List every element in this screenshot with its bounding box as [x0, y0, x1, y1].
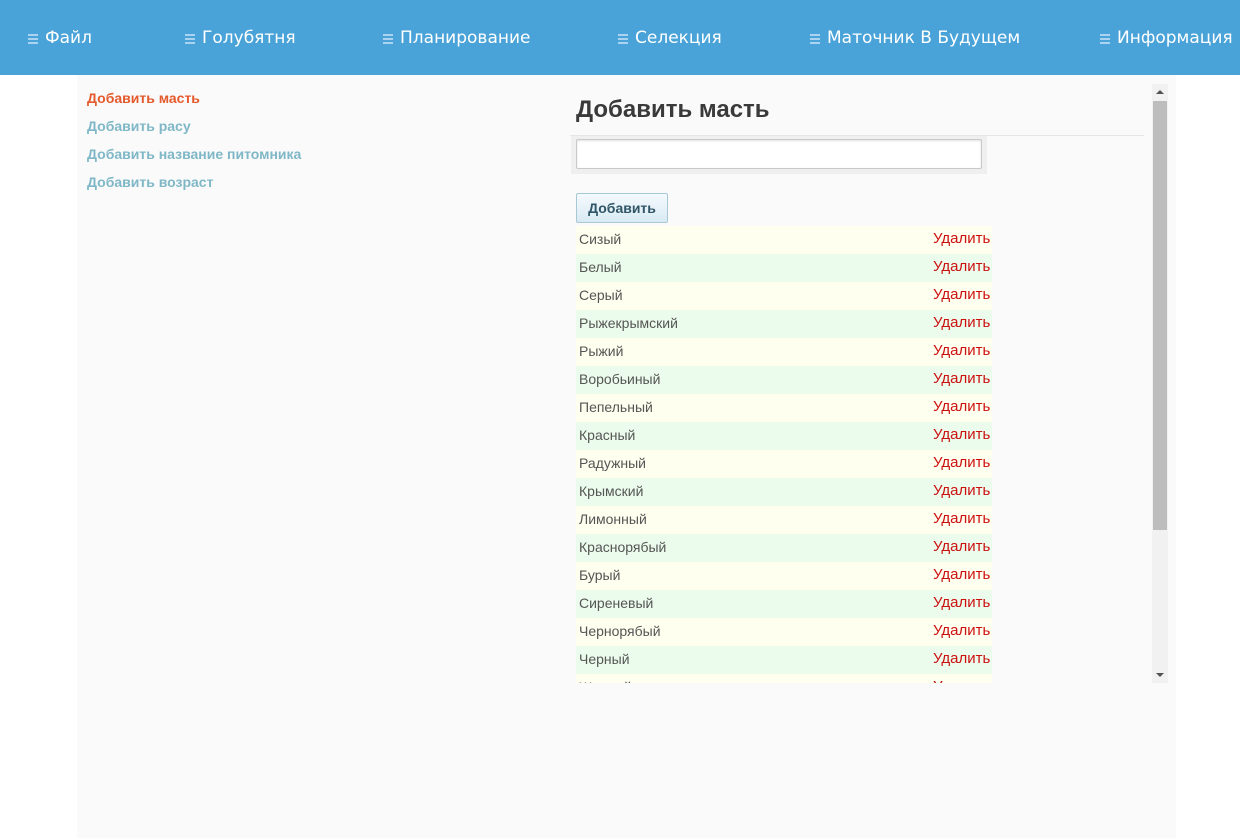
scroll-up-arrow-icon[interactable] [1152, 84, 1168, 100]
input-container [571, 136, 987, 174]
list-item: Серый Удалить [576, 282, 992, 310]
menu-file[interactable]: Файл [28, 27, 92, 49]
scroll-down-arrow-icon[interactable] [1152, 667, 1168, 683]
delete-link[interactable]: Удалить [933, 566, 990, 583]
color-name: Рыжекрымский [579, 315, 678, 331]
sidebar-item-add-breed[interactable]: Добавить расу [87, 117, 387, 145]
list-item: Воробьиный Удалить [576, 366, 992, 394]
delete-link[interactable]: Удалить [933, 482, 990, 499]
list-item: Черный Удалить [576, 646, 992, 674]
delete-link[interactable]: Удалить [933, 678, 990, 683]
color-name: Серый [579, 287, 623, 303]
list-item: Бурый Удалить [576, 562, 992, 590]
add-button[interactable]: Добавить [576, 193, 668, 223]
color-name: Крымский [579, 483, 644, 499]
menu-information[interactable]: Информация [1100, 27, 1233, 49]
list-item: Белый Удалить [576, 254, 992, 282]
list-item: Рыжекрымский Удалить [576, 310, 992, 338]
color-name: Краснорябый [579, 539, 667, 555]
delete-link[interactable]: Удалить [933, 594, 990, 611]
color-name: Белый [579, 259, 622, 275]
menu-lines-icon [810, 33, 820, 44]
menu-planning[interactable]: Планирование [383, 27, 530, 49]
list-item: Желтый Удалить [576, 674, 992, 683]
color-name: Чернорябый [579, 623, 661, 639]
delete-link[interactable]: Удалить [933, 370, 990, 387]
menu-lines-icon [28, 33, 38, 44]
list-item: Чернорябый Удалить [576, 618, 992, 646]
delete-link[interactable]: Удалить [933, 398, 990, 415]
menu-label: Информация [1117, 28, 1233, 48]
sidebar-item-add-kennel-name[interactable]: Добавить название питомника [87, 145, 387, 173]
vertical-scrollbar[interactable] [1152, 84, 1168, 683]
menu-label: Планирование [400, 28, 531, 48]
list-item: Лимонный Удалить [576, 506, 992, 534]
delete-link[interactable]: Удалить [933, 622, 990, 639]
list-item: Крымский Удалить [576, 478, 992, 506]
menu-label: Маточник В Будущем [827, 28, 1021, 48]
color-name-input[interactable] [576, 139, 982, 169]
menu-lines-icon [1100, 33, 1110, 44]
delete-link[interactable]: Удалить [933, 314, 990, 331]
color-name: Радужный [579, 455, 646, 471]
delete-link[interactable]: Удалить [933, 230, 990, 247]
delete-link[interactable]: Удалить [933, 538, 990, 555]
page-title: Добавить масть [576, 96, 770, 123]
color-name: Сизый [579, 231, 622, 247]
sidebar-item-add-age[interactable]: Добавить возраст [87, 173, 387, 201]
menu-label: Файл [45, 28, 92, 48]
menu-selection[interactable]: Селекция [618, 27, 722, 49]
color-name: Желтый [579, 679, 632, 683]
list-item: Радужный Удалить [576, 450, 992, 478]
color-name: Пепельный [579, 399, 653, 415]
list-item: Сиреневый Удалить [576, 590, 992, 618]
menu-label: Селекция [635, 28, 722, 48]
color-name: Рыжий [579, 343, 624, 359]
list-item: Пепельный Удалить [576, 394, 992, 422]
delete-link[interactable]: Удалить [933, 258, 990, 275]
sidebar-item-add-color[interactable]: Добавить масть [87, 89, 387, 117]
list-item: Рыжий Удалить [576, 338, 992, 366]
delete-link[interactable]: Удалить [933, 454, 990, 471]
color-name: Бурый [579, 567, 621, 583]
list-item: Сизый Удалить [576, 226, 992, 254]
delete-link[interactable]: Удалить [933, 426, 990, 443]
menu-label: Голубятня [202, 28, 296, 48]
delete-link[interactable]: Удалить [933, 286, 990, 303]
menu-future-breeding[interactable]: Маточник В Будущем [810, 27, 1020, 49]
color-name: Сиреневый [579, 595, 654, 611]
menu-lines-icon [185, 33, 195, 44]
color-name: Воробьиный [579, 371, 661, 387]
list-item: Красный Удалить [576, 422, 992, 450]
color-name: Лимонный [579, 511, 647, 527]
color-list: Сизый Удалить Белый Удалить Серый Удалить Рыже… [576, 226, 992, 683]
color-name: Черный [579, 651, 630, 667]
sidebar: Добавить масть Добавить расу Добавить на… [87, 89, 387, 201]
menu-dovecote[interactable]: Голубятня [185, 27, 296, 49]
delete-link[interactable]: Удалить [933, 342, 990, 359]
delete-link[interactable]: Удалить [933, 510, 990, 527]
color-name: Красный [579, 427, 636, 443]
color-panel: Добавить масть Добавить Сизый Удалить Белы… [570, 84, 1168, 683]
list-item: Краснорябый Удалить [576, 534, 992, 562]
menu-lines-icon [618, 33, 628, 44]
menu-lines-icon [383, 33, 393, 44]
delete-link[interactable]: Удалить [933, 650, 990, 667]
scrollbar-thumb[interactable] [1153, 101, 1167, 530]
top-menu-bar: Файл Голубятня Планирование Селекция Мат… [0, 0, 1240, 75]
